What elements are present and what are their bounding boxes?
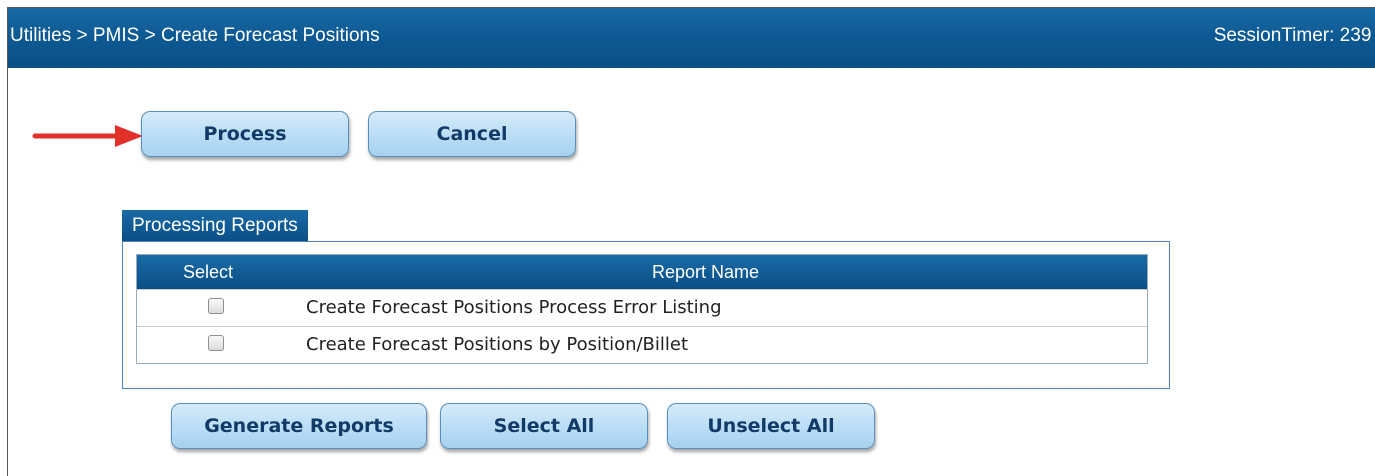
app-window: Utilities > PMIS > Create Forecast Posit… bbox=[7, 7, 1375, 476]
column-header-select: Select bbox=[183, 262, 234, 282]
reports-table: Select Report Name Create Forecast Posit… bbox=[136, 254, 1148, 364]
table-row: Create Forecast Positions by Position/Bi… bbox=[137, 326, 1147, 363]
report-name: Create Forecast Positions by Position/Bi… bbox=[306, 334, 689, 355]
breadcrumb: Utilities > PMIS > Create Forecast Posit… bbox=[10, 25, 380, 46]
red-arrow-icon bbox=[32, 125, 143, 147]
generate-reports-button[interactable]: Generate Reports bbox=[171, 403, 427, 449]
processing-reports-panel: Select Report Name Create Forecast Posit… bbox=[122, 241, 1170, 389]
top-bar: Utilities > PMIS > Create Forecast Posit… bbox=[8, 8, 1375, 68]
column-header-report-name: Report Name bbox=[652, 262, 760, 282]
cancel-button[interactable]: Cancel bbox=[368, 111, 576, 157]
processing-reports-tab[interactable]: Processing Reports bbox=[122, 210, 308, 241]
table-header: Select Report Name bbox=[137, 255, 1147, 289]
report-name: Create Forecast Positions Process Error … bbox=[306, 297, 722, 318]
report-checkbox[interactable] bbox=[208, 298, 224, 314]
unselect-all-button[interactable]: Unselect All bbox=[667, 403, 875, 449]
process-button[interactable]: Process bbox=[141, 111, 349, 157]
select-all-button[interactable]: Select All bbox=[440, 403, 648, 449]
session-timer: SessionTimer: 239 r bbox=[1213, 25, 1375, 46]
table-row: Create Forecast Positions Process Error … bbox=[137, 289, 1147, 326]
report-checkbox[interactable] bbox=[208, 335, 224, 351]
